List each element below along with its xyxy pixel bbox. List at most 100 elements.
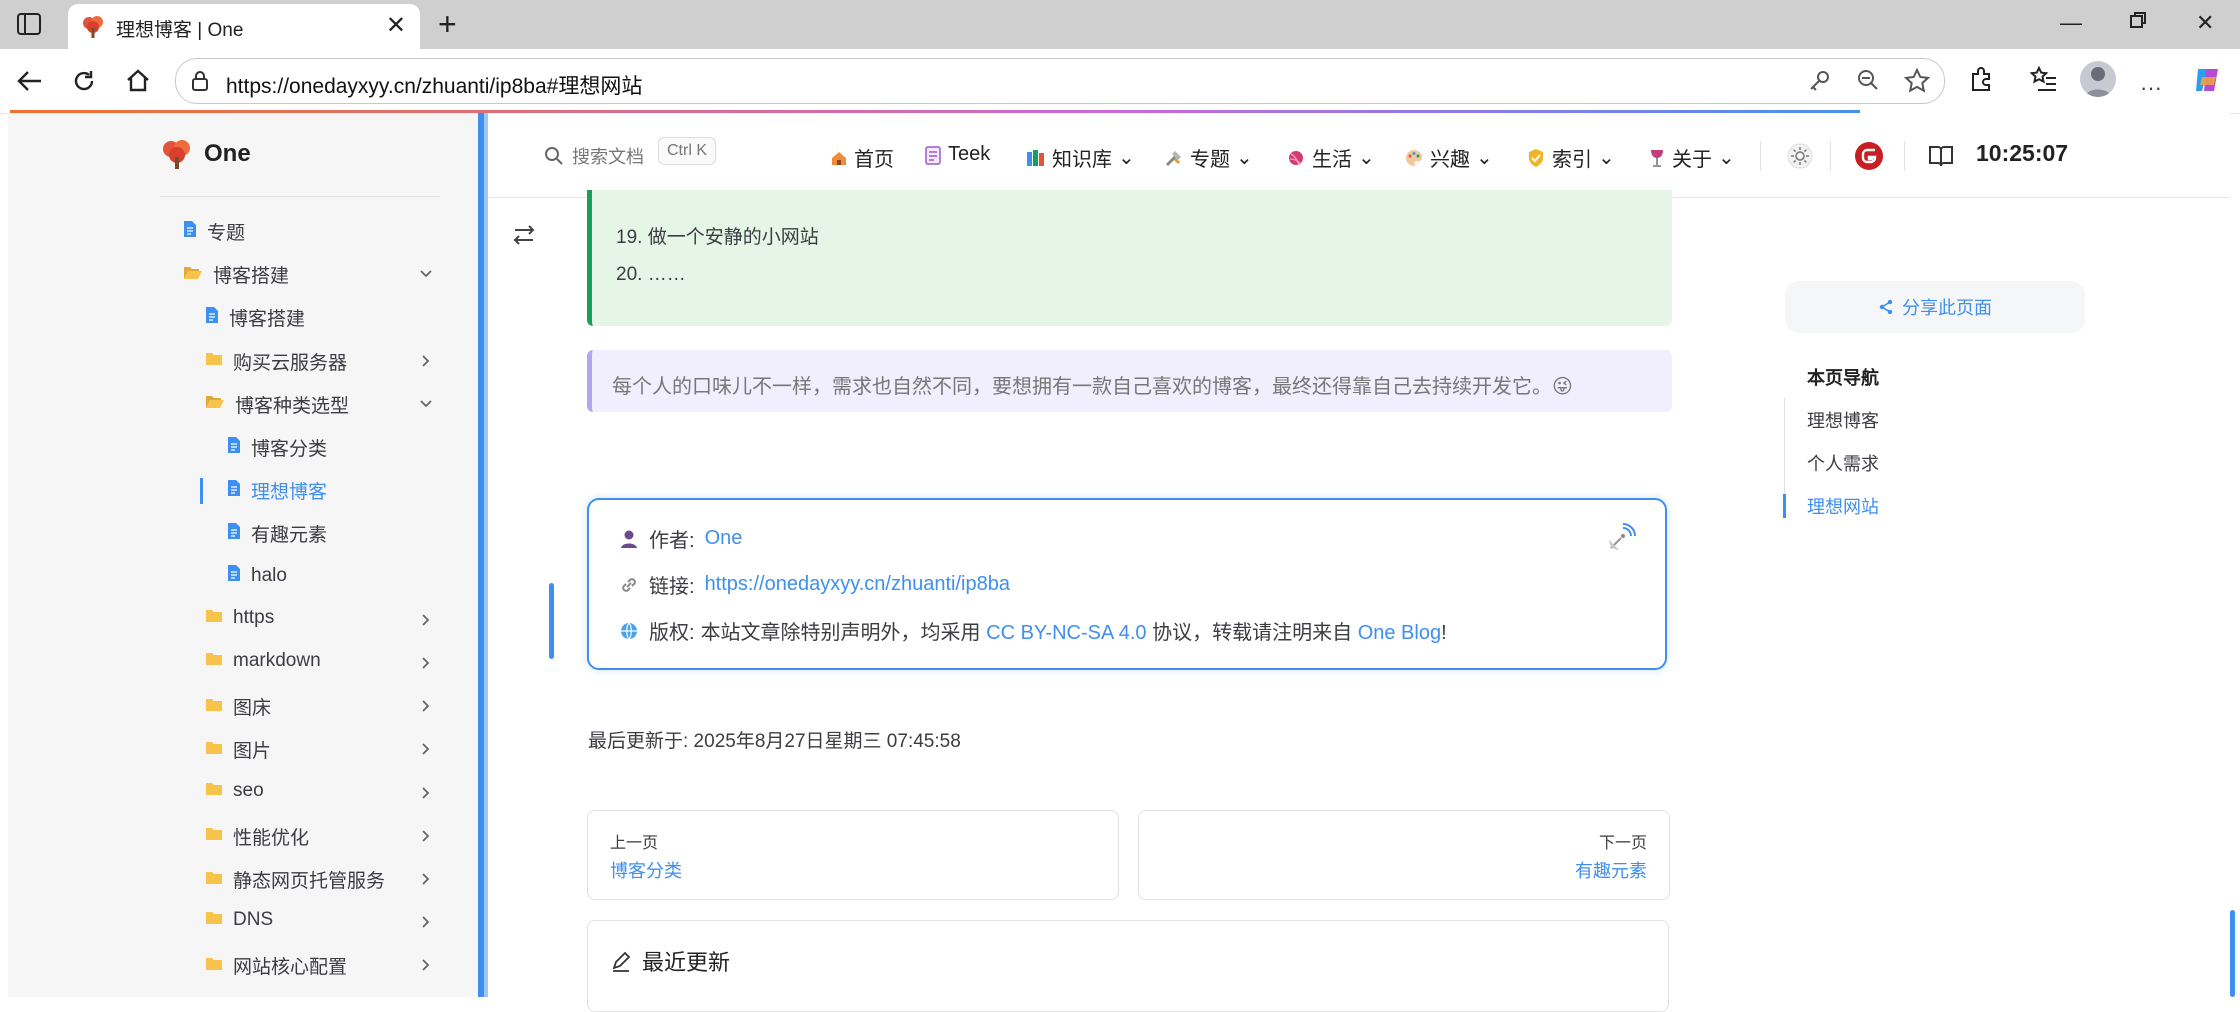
- chevron-right-icon[interactable]: [418, 741, 434, 757]
- search-button[interactable]: 搜索文档: [544, 143, 644, 169]
- site-info-icon[interactable]: [190, 70, 210, 97]
- sidebar-folder[interactable]: 购买云服务器: [205, 348, 347, 375]
- sidebar-doc[interactable]: 专题: [183, 218, 245, 245]
- document-icon: [227, 564, 241, 588]
- sidebar-folder[interactable]: 性能优化: [205, 823, 309, 850]
- sidebar-item-label: 性能优化: [233, 827, 310, 849]
- reading-mode-icon[interactable]: [1928, 144, 1954, 173]
- license-link[interactable]: CC BY-NC-SA 4.0: [986, 622, 1146, 644]
- browser-tab[interactable]: 理想博客 | One ✕: [68, 4, 420, 49]
- prev-page-card[interactable]: 上一页 博客分类: [587, 810, 1119, 900]
- satellite-icon: [1605, 522, 1637, 559]
- chevron-right-icon[interactable]: [418, 871, 434, 887]
- theme-toggle-icon[interactable]: [1786, 142, 1814, 175]
- recent-updates-title: 最近更新: [610, 945, 730, 977]
- back-arrow-icon[interactable]: [12, 63, 48, 99]
- site-logo[interactable]: One: [160, 137, 251, 171]
- sidebar-folder[interactable]: 博客种类选型: [205, 391, 349, 418]
- prev-title: 博客分类: [610, 861, 682, 881]
- sidebar-item-label: 网站核心配置: [233, 957, 348, 979]
- gitee-icon[interactable]: [1854, 141, 1884, 176]
- sidebar-folder[interactable]: markdown: [205, 650, 321, 672]
- sidebar-folder[interactable]: 图床: [205, 693, 271, 720]
- yarn-icon: [1289, 150, 1303, 165]
- nav-topics[interactable]: 专题 ⌄: [1164, 143, 1253, 172]
- chevron-down-icon[interactable]: [418, 266, 434, 282]
- scrollbar-thumb[interactable]: [2230, 910, 2235, 997]
- sidebar-folder[interactable]: 博客搭建: [183, 261, 289, 288]
- profile-avatar[interactable]: [2080, 61, 2116, 97]
- chevron-right-icon[interactable]: [418, 785, 434, 801]
- sidebar-item-label: 有趣元素: [251, 525, 328, 547]
- nav-index[interactable]: 索引 ⌄: [1526, 143, 1615, 172]
- favorites-list-icon[interactable]: [2029, 65, 2058, 98]
- sidebar-doc[interactable]: 博客搭建: [205, 304, 305, 331]
- key-icon[interactable]: [1808, 68, 1832, 97]
- chevron-down-icon[interactable]: [418, 396, 434, 412]
- url-input[interactable]: https://onedayxyy.cn/zhuanti/ip8ba#理想网站: [175, 58, 1945, 104]
- nav-knowledge[interactable]: 知识库 ⌄: [1026, 143, 1135, 172]
- chevron-right-icon[interactable]: [418, 353, 434, 369]
- sidebar-folder[interactable]: 图片: [205, 736, 271, 763]
- folder-icon: [205, 825, 223, 847]
- sidebar-folder[interactable]: https: [205, 607, 274, 629]
- chevron-right-icon[interactable]: [418, 828, 434, 844]
- sidebar-folder[interactable]: 网站核心配置: [205, 952, 347, 979]
- sidebar-divider-light: [484, 113, 488, 997]
- sidebar-folder[interactable]: 静态网页托管服务: [205, 866, 385, 893]
- share-page-button[interactable]: 分享此页面: [1785, 281, 2085, 333]
- nav-teek[interactable]: Teek: [924, 143, 990, 166]
- nav-home[interactable]: 首页: [830, 143, 894, 172]
- sidebar-folder[interactable]: DNS: [205, 909, 273, 931]
- folder-icon: [205, 955, 223, 977]
- sidebar-doc[interactable]: halo: [227, 564, 287, 588]
- prev-label: 上一页: [610, 835, 659, 852]
- sidebar-doc[interactable]: 理想博客: [227, 477, 327, 504]
- copilot-icon[interactable]: [2192, 65, 2222, 100]
- sidebar-toggle-icon[interactable]: [16, 12, 42, 36]
- author-link[interactable]: One: [705, 527, 743, 550]
- sidebar-doc[interactable]: 有趣元素: [227, 520, 327, 547]
- recent-title-text: 最近更新: [642, 950, 731, 975]
- outline-item-active[interactable]: 理想网站: [1807, 493, 1879, 519]
- favorite-star-icon[interactable]: [1903, 67, 1931, 99]
- new-tab-icon[interactable]: +: [438, 6, 457, 43]
- sidebar-folder[interactable]: seo: [205, 780, 264, 802]
- badge-icon: [1529, 148, 1543, 167]
- home-icon[interactable]: [120, 63, 156, 99]
- nav-life[interactable]: 生活 ⌄: [1286, 143, 1375, 172]
- zoom-out-icon[interactable]: [1856, 68, 1880, 97]
- chevron-right-icon[interactable]: [418, 698, 434, 714]
- next-page-card[interactable]: 下一页 有趣元素: [1138, 810, 1670, 900]
- chevron-right-icon[interactable]: [418, 914, 434, 930]
- extensions-icon[interactable]: [1968, 65, 1996, 98]
- tab-title: 理想博客 | One: [116, 20, 244, 41]
- close-tab-icon[interactable]: ✕: [386, 14, 406, 38]
- more-options-icon[interactable]: ···: [2140, 75, 2162, 101]
- nav-interests[interactable]: 兴趣 ⌄: [1404, 143, 1493, 172]
- window-close-icon[interactable]: ✕: [2196, 10, 2214, 36]
- outline-active-indicator: [1783, 494, 1786, 518]
- chevron-right-icon[interactable]: [418, 612, 434, 628]
- sidebar-item-label: 博客搭建: [213, 266, 290, 288]
- chevron-right-icon[interactable]: [418, 957, 434, 973]
- nav-interests-label: 兴趣: [1430, 149, 1470, 171]
- article-link[interactable]: https://onedayxyy.cn/zhuanti/ip8ba: [705, 573, 1010, 596]
- folder-icon: [205, 780, 223, 802]
- outline-item[interactable]: 理想博客: [1807, 407, 1879, 433]
- chevron-right-icon[interactable]: [418, 655, 434, 671]
- outline-item[interactable]: 个人需求: [1807, 450, 1879, 476]
- sidebar-doc[interactable]: 博客分类: [227, 434, 327, 461]
- blog-link[interactable]: One Blog: [1358, 622, 1441, 644]
- site-name: One: [204, 140, 251, 167]
- collapse-sidebar-icon[interactable]: [512, 224, 536, 251]
- minimize-icon[interactable]: —: [2060, 10, 2082, 36]
- docs-sidebar: [8, 113, 478, 997]
- nav-about[interactable]: 关于 ⌄: [1648, 143, 1735, 172]
- house-icon: [832, 151, 846, 165]
- restore-icon[interactable]: [2128, 10, 2148, 36]
- license-row: 版权: 本站文章除特别声明外，均采用 CC BY-NC-SA 4.0 协议，转载…: [619, 616, 1447, 645]
- license-suffix: !: [1441, 622, 1447, 644]
- reload-icon[interactable]: [66, 63, 102, 99]
- tree-favicon-icon: [80, 14, 106, 40]
